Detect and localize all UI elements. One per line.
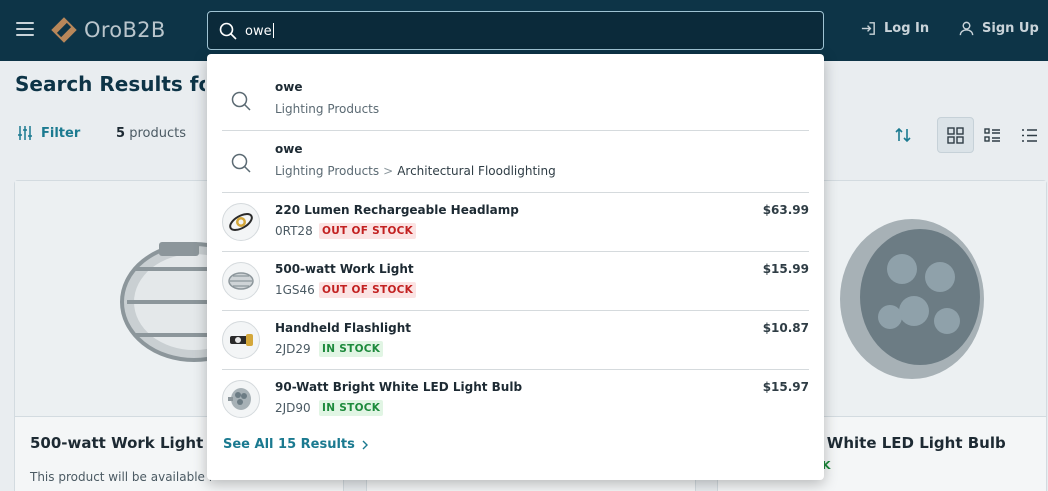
view-switcher [937, 117, 1048, 153]
led-bulb-image [840, 218, 984, 379]
stock-status-badge: IN STOCK [319, 400, 384, 416]
product-name: 90-Watt Bright White LED Light Bulb [275, 380, 523, 394]
product-sku: 1GS46 [275, 283, 315, 297]
search-autocomplete-dropdown: owe Lighting Products owe Lighting Produ… [207, 54, 824, 480]
product-price: $15.99 [762, 262, 809, 276]
list-view-button[interactable] [974, 117, 1011, 153]
led-bulb-image [228, 388, 251, 410]
filter-label: Filter [41, 125, 81, 141]
signup-link[interactable]: Sign Up [958, 20, 1039, 37]
list-icon [1022, 128, 1037, 142]
product-suggestion[interactable]: 500-watt Work Light 1GS46 OUT OF STOCK $… [222, 252, 809, 311]
logo-icon [51, 17, 77, 43]
product-suggestion[interactable]: 90-Watt Bright White LED Light Bulb 2JD9… [222, 370, 809, 429]
signup-label: Sign Up [982, 21, 1039, 36]
product-name: Handheld Flashlight [275, 321, 412, 335]
search-input-value: owe [245, 23, 274, 39]
suggestion-category: Lighting Products [275, 102, 380, 116]
availability-note: This product will be available l [30, 470, 213, 484]
product-sku: 2JD90 [275, 401, 311, 415]
search-icon [231, 153, 251, 173]
product-sku: 2JD29 [275, 342, 311, 356]
filter-sliders-icon [18, 126, 32, 140]
product-name: 500-watt Work Light [275, 262, 414, 276]
product-thumbnail [222, 380, 260, 418]
product-price: $10.87 [762, 321, 809, 335]
logo[interactable]: OroB2B [50, 14, 166, 46]
stock-status-badge: OUT OF STOCK [319, 223, 417, 239]
product-sku: 0RT28 [275, 224, 313, 238]
product-price: $63.99 [762, 203, 809, 217]
user-icon [959, 21, 974, 36]
suggestion-subcategory: Architectural Floodlighting [397, 164, 556, 178]
suggestion-query: owe [275, 80, 303, 94]
page-title: Search Results for [15, 72, 205, 96]
login-icon [861, 22, 875, 35]
search-suggestion[interactable]: owe Lighting Products [222, 69, 809, 131]
see-all-results-link[interactable]: See All 15 Results [223, 437, 369, 452]
grid-view-button[interactable] [937, 117, 974, 153]
sort-icon[interactable] [893, 125, 913, 145]
work-light-image [228, 272, 254, 290]
product-thumbnail [222, 262, 260, 300]
search-icon [219, 22, 237, 40]
product-card-title[interactable]: ght White LED Light Bulb [793, 434, 1006, 452]
login-link[interactable]: Log In [860, 20, 929, 37]
hamburger-menu-icon[interactable] [16, 22, 34, 36]
product-price: $15.97 [762, 380, 809, 394]
product-count-unit: products [129, 126, 186, 141]
compact-view-button[interactable] [1011, 117, 1048, 153]
chevron-right-icon [362, 440, 368, 449]
search-icon [231, 91, 251, 111]
filter-button[interactable]: Filter [17, 125, 80, 141]
breadcrumb-separator: > [383, 164, 394, 178]
search-suggestion[interactable]: owe Lighting Products > Architectural Floo… [222, 131, 809, 193]
stock-status-badge: OUT OF STOCK [319, 282, 417, 298]
suggestion-category: Lighting Products [275, 164, 380, 178]
suggestion-query: owe [275, 142, 303, 156]
headlamp-image [229, 213, 253, 231]
login-label: Log In [884, 21, 930, 36]
product-thumbnail [222, 203, 260, 241]
grid-icon [947, 126, 964, 144]
product-count-number: 5 [116, 126, 126, 141]
product-count: 5 products [116, 126, 186, 141]
stock-status-badge: IN STOCK [319, 341, 384, 357]
flashlight-image [230, 334, 253, 346]
see-all-label: See All 15 Results [223, 437, 355, 452]
suggestion-category-path: Lighting Products > Architectural Floodlig… [275, 164, 556, 178]
list-thumbs-icon [984, 127, 1000, 142]
product-thumbnail [222, 321, 260, 359]
product-suggestion[interactable]: 220 Lumen Rechargeable Headlamp 0RT28 OU… [222, 193, 809, 252]
product-name: 220 Lumen Rechargeable Headlamp [275, 203, 519, 217]
product-suggestion[interactable]: Handheld Flashlight 2JD29 IN STOCK $10.8… [222, 311, 809, 370]
logo-text: OroB2B [84, 18, 166, 42]
product-card-title[interactable]: 500-watt Work Light [30, 434, 203, 452]
search-input[interactable]: owe [207, 11, 824, 50]
